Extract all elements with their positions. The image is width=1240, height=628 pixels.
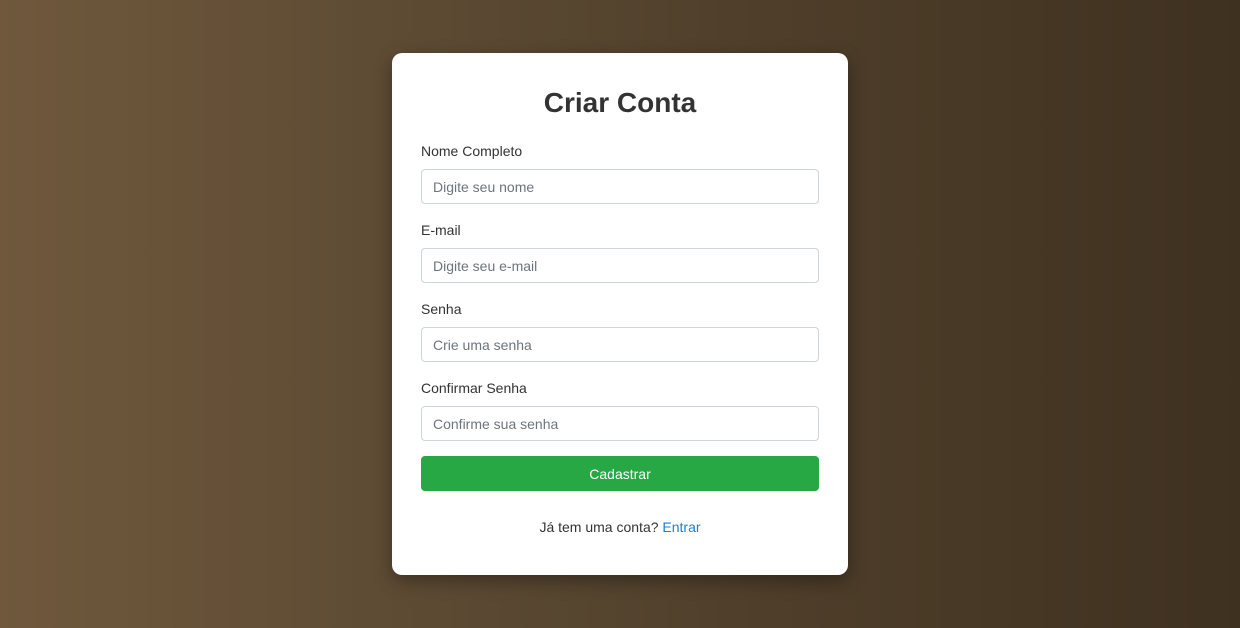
login-prompt-text: Já tem uma conta? — [539, 519, 659, 535]
login-link[interactable]: Entrar — [662, 519, 700, 535]
login-prompt: Já tem uma conta? Entrar — [421, 517, 819, 537]
email-label: E-mail — [421, 222, 461, 238]
signup-form: Nome Completo E-mail Senha Confirmar Sen… — [421, 141, 819, 491]
register-button[interactable]: Cadastrar — [421, 456, 819, 491]
confirm-password-label: Confirmar Senha — [421, 380, 527, 396]
signup-card: Criar Conta Nome Completo E-mail Senha C… — [392, 53, 848, 575]
full-name-input[interactable] — [421, 169, 819, 204]
email-input[interactable] — [421, 248, 819, 283]
password-input[interactable] — [421, 327, 819, 362]
password-label: Senha — [421, 301, 462, 317]
page-title: Criar Conta — [543, 87, 697, 118]
confirm-password-input[interactable] — [421, 406, 819, 441]
full-name-label: Nome Completo — [421, 143, 523, 159]
